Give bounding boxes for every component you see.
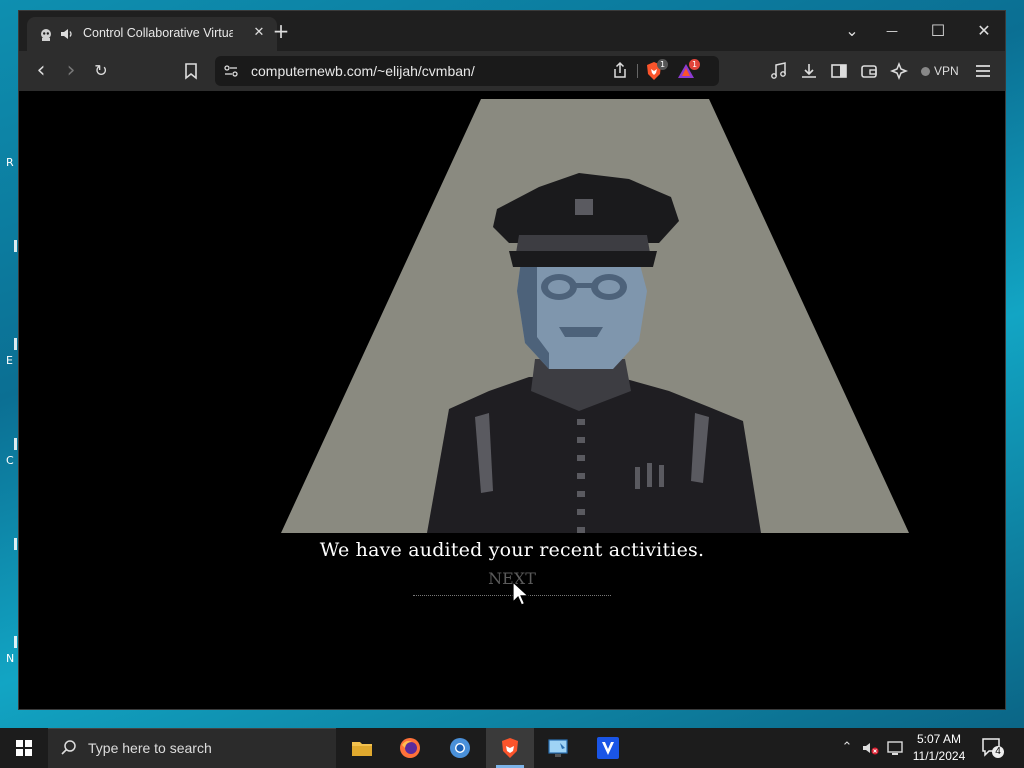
tab-search-dropdown-icon[interactable]: ⌄ (837, 19, 867, 43)
tab-close-icon[interactable]: ✕ (251, 25, 267, 41)
back-button[interactable]: ‹ (29, 59, 53, 83)
address-bar[interactable]: computernewb.com/~elijah/cvmban/ 1 1 (215, 56, 719, 86)
desktop-icon-fragment (14, 338, 17, 350)
wallet-icon[interactable] (859, 61, 879, 81)
taskbar-clock[interactable]: 5:07 AM 11/1/2024 (904, 731, 974, 765)
desktop-icon-fragment (14, 240, 17, 252)
tab-title: Control Collaborative Virtua (83, 26, 233, 40)
clock-date: 11/1/2024 (912, 749, 966, 763)
tab-bar: Control Collaborative Virtua ✕ + ⌄ — ☐ ✕ (19, 11, 1005, 51)
tab-favicon-icon (41, 29, 51, 41)
notification-count: 4 (995, 746, 1001, 757)
tab-active[interactable]: Control Collaborative Virtua ✕ (27, 17, 277, 51)
browser-window: Control Collaborative Virtua ✕ + ⌄ — ☐ ✕… (18, 10, 1006, 710)
firefox-icon (400, 738, 420, 758)
desktop-icon-fragment (14, 636, 17, 648)
folder-icon (352, 742, 372, 756)
taskbar-brave-active[interactable] (486, 728, 534, 768)
rewards-count-badge: 1 (689, 59, 700, 70)
reload-button[interactable]: ↻ (89, 59, 113, 83)
remote-desktop-icon (548, 739, 568, 757)
shields-count-badge: 1 (657, 59, 668, 70)
taskbar-file-explorer[interactable] (338, 728, 386, 768)
cap-visor (509, 251, 657, 267)
site-settings-icon[interactable] (223, 63, 239, 79)
mouse-cursor-icon (512, 581, 530, 606)
desktop-icon-strip: R E C N (0, 0, 20, 728)
share-icon[interactable] (609, 60, 631, 82)
taskbar-chromium[interactable] (436, 728, 484, 768)
tray-overflow-chevron-icon[interactable]: ⌃ (836, 738, 858, 758)
url-text[interactable]: computernewb.com/~elijah/cvmban/ (251, 63, 475, 79)
omnibox-divider (637, 64, 638, 78)
vpn-label: VPN (934, 64, 959, 78)
v-app-icon (597, 737, 619, 759)
brave-icon (502, 738, 518, 758)
minimize-button[interactable]: — (877, 19, 907, 43)
search-placeholder: Type here to search (88, 740, 212, 756)
officer-mouth (559, 327, 603, 337)
vpn-button[interactable]: VPN (921, 61, 959, 81)
page-viewport: We have audited your recent activities. … (19, 91, 1005, 709)
taskbar-remote-desktop[interactable] (534, 728, 582, 768)
bookmark-icon[interactable] (181, 61, 201, 81)
taskbar-search[interactable]: Type here to search (48, 728, 336, 768)
download-icon[interactable] (799, 61, 819, 81)
desktop-icon-fragment (14, 538, 17, 550)
sidebar-toggle-icon[interactable] (829, 61, 849, 81)
new-tab-button[interactable]: + (271, 21, 291, 41)
volume-muted-icon[interactable] (860, 738, 882, 758)
taskbar-firefox[interactable] (386, 728, 434, 768)
taskbar: Type here to search ⌃ 5:07 AM 11/1/2024 … (0, 728, 1024, 768)
leo-ai-icon[interactable] (889, 61, 909, 81)
media-playback-icon[interactable] (769, 61, 789, 81)
browser-toolbar: ‹ › ↻ computernewb.com/~elijah/cvmban/ 1… (19, 51, 1005, 91)
game-scene[interactable] (19, 91, 1005, 541)
windows-start-icon[interactable] (0, 728, 48, 768)
desktop-icon-fragment (14, 438, 17, 450)
network-icon[interactable] (884, 738, 906, 758)
cap-badge (575, 199, 593, 215)
clock-time: 5:07 AM (916, 732, 962, 746)
search-icon (61, 740, 76, 755)
dialogue-text: We have audited your recent activities. (319, 539, 705, 561)
forward-button[interactable]: › (59, 59, 83, 83)
vpn-status-icon (921, 67, 930, 76)
menu-hamburger-icon[interactable] (973, 61, 993, 81)
notification-center[interactable]: 4 (980, 736, 1006, 760)
chromium-icon (450, 738, 470, 758)
close-window-button[interactable]: ✕ (969, 19, 999, 43)
maximize-button[interactable]: ☐ (923, 19, 953, 43)
taskbar-v-app[interactable] (584, 728, 632, 768)
audio-playing-icon[interactable] (59, 27, 73, 41)
